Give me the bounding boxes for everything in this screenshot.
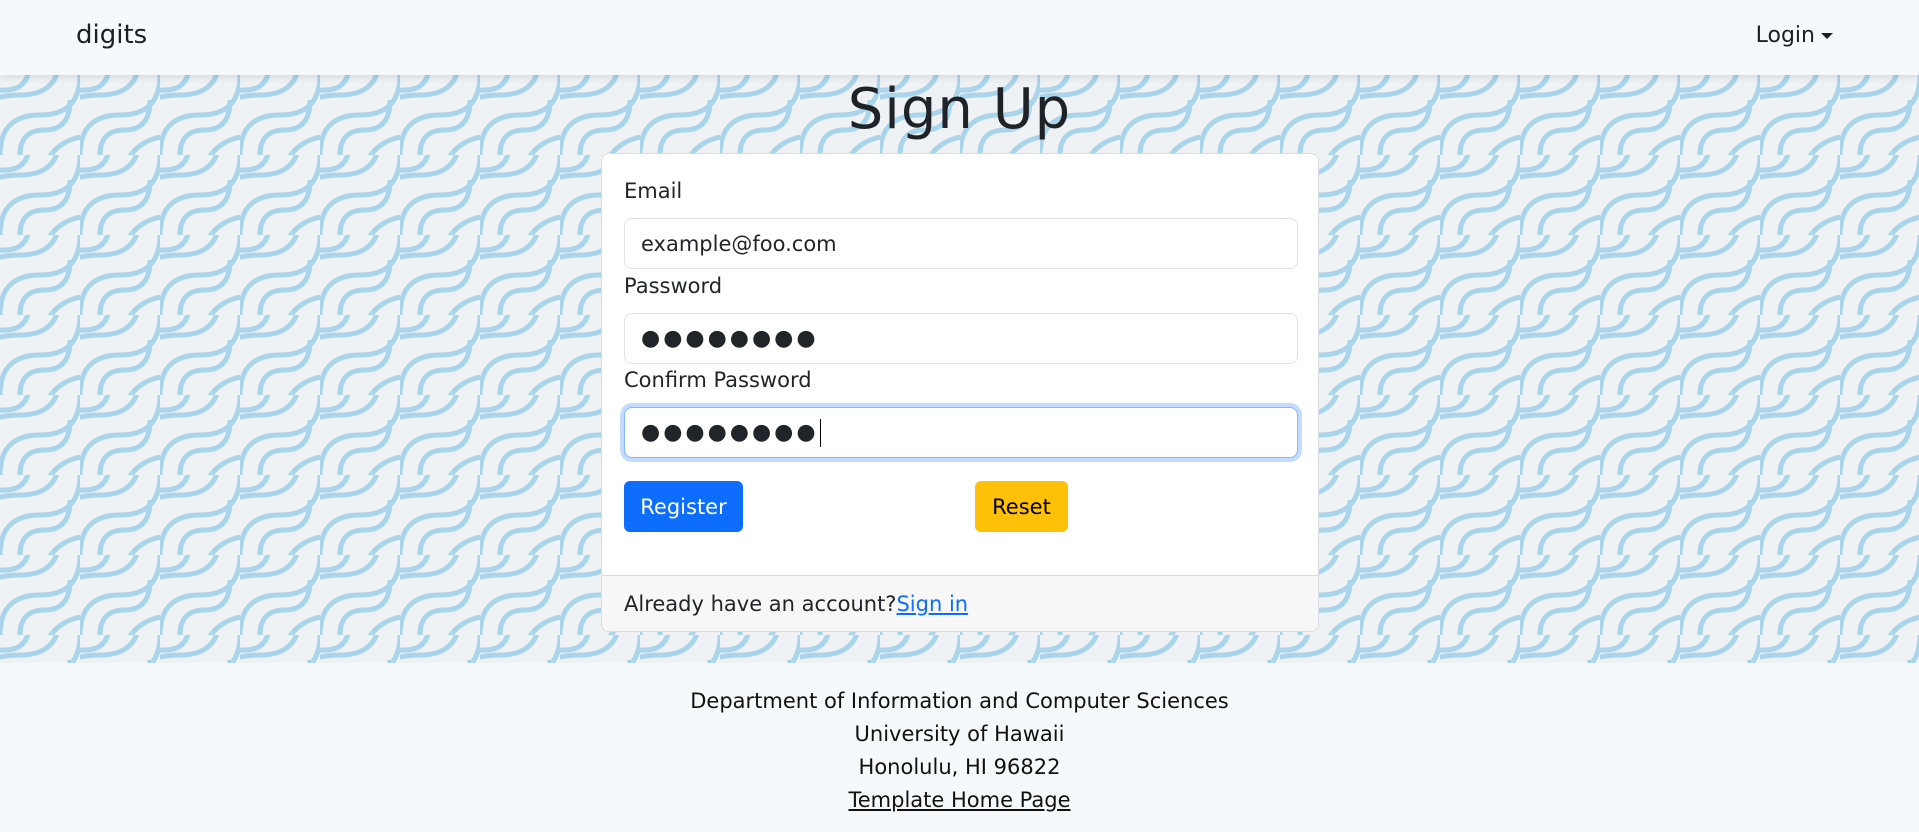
footer-university: University of Hawaii bbox=[854, 722, 1065, 746]
card-footer: Already have an account? Sign in bbox=[602, 575, 1318, 631]
email-label: Email bbox=[624, 179, 683, 203]
password-field[interactable]: ●●●●●●●● bbox=[624, 313, 1298, 364]
brand-link[interactable]: digits bbox=[76, 20, 147, 50]
login-label: Login bbox=[1755, 23, 1815, 48]
caret-down-icon bbox=[1821, 32, 1833, 39]
page-footer: Department of Information and Computer S… bbox=[0, 685, 1919, 817]
password-value: ●●●●●●●● bbox=[641, 326, 819, 351]
navbar: digits Login bbox=[0, 0, 1919, 75]
sign-in-link[interactable]: Sign in bbox=[896, 592, 968, 616]
email-field[interactable]: example@foo.com bbox=[624, 218, 1298, 269]
confirm-password-field[interactable]: ●●●●●●●● bbox=[624, 407, 1298, 458]
page-title: Sign Up bbox=[847, 77, 1072, 142]
reset-button[interactable]: Reset bbox=[975, 481, 1068, 532]
text-cursor bbox=[819, 418, 821, 447]
template-home-link[interactable]: Template Home Page bbox=[848, 788, 1070, 812]
email-value: example@foo.com bbox=[641, 231, 837, 256]
confirm-password-value: ●●●●●●●● bbox=[641, 420, 819, 445]
password-label: Password bbox=[624, 274, 723, 298]
register-button[interactable]: Register bbox=[624, 481, 743, 532]
login-dropdown[interactable]: Login bbox=[1756, 23, 1833, 48]
account-prompt: Already have an account? bbox=[624, 591, 897, 616]
confirm-password-label: Confirm Password bbox=[624, 368, 812, 392]
footer-department: Department of Information and Computer S… bbox=[690, 689, 1229, 713]
footer-address: Honolulu, HI 96822 bbox=[858, 755, 1061, 779]
signup-card: Email example@foo.com Password ●●●●●●●● … bbox=[601, 153, 1319, 632]
